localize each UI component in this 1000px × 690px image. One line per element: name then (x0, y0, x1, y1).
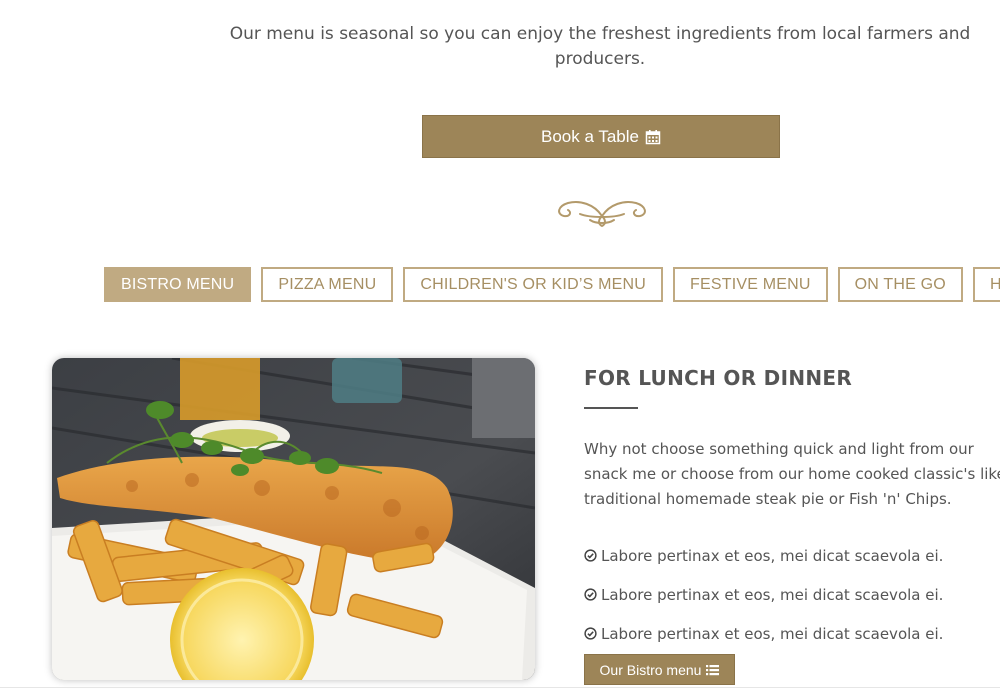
page: Our menu is seasonal so you can enjoy th… (0, 0, 1000, 690)
feature-text: Labore pertinax et eos, mei dicat scaevo… (601, 585, 944, 604)
bistro-menu-label: Our Bistro menu (599, 661, 702, 678)
our-bistro-menu-button[interactable]: Our Bistro menu (584, 654, 735, 685)
list-icon (706, 664, 720, 675)
check-circle-icon (584, 549, 597, 562)
tab-on-the-go[interactable]: ON THE GO (837, 267, 963, 302)
fish-and-chips-photo (52, 358, 535, 680)
flourish-divider-icon (558, 201, 646, 228)
book-table-label: Book a Table (541, 126, 639, 146)
list-item: Labore pertinax et eos, mei dicat scaevo… (584, 575, 943, 614)
tab-childrens-menu[interactable]: CHILDREN'S OR KID’S MENU (403, 267, 664, 302)
section-description: Why not choose something quick and light… (584, 440, 1000, 508)
tab-pizza-menu[interactable]: PIZZA MENU (261, 267, 394, 302)
feature-list: Labore pertinax et eos, mei dicat scaevo… (584, 536, 943, 653)
feature-text: Labore pertinax et eos, mei dicat scaevo… (601, 546, 944, 565)
feature-text: Labore pertinax et eos, mei dicat scaevo… (601, 624, 944, 643)
book-table-button[interactable]: Book a Table (422, 115, 780, 158)
menu-tabs: BISTRO MENU PIZZA MENU CHILDREN'S OR KID… (104, 267, 1000, 302)
intro-text: Our menu is seasonal so you can enjoy th… (229, 24, 971, 69)
calendar-icon (645, 129, 661, 144)
tab-bistro-menu[interactable]: BISTRO MENU (104, 267, 252, 302)
check-circle-icon (584, 588, 597, 601)
check-circle-icon (584, 627, 597, 640)
list-item: Labore pertinax et eos, mei dicat scaevo… (584, 536, 943, 575)
list-item: Labore pertinax et eos, mei dicat scaevo… (584, 614, 943, 653)
footer-divider (0, 687, 1000, 688)
tab-festive-menu[interactable]: FESTIVE MENU (673, 267, 828, 302)
title-divider (584, 407, 638, 409)
section-title: FOR LUNCH OR DINNER (584, 366, 853, 390)
tab-high-tea[interactable]: HIGH T (972, 267, 1000, 302)
